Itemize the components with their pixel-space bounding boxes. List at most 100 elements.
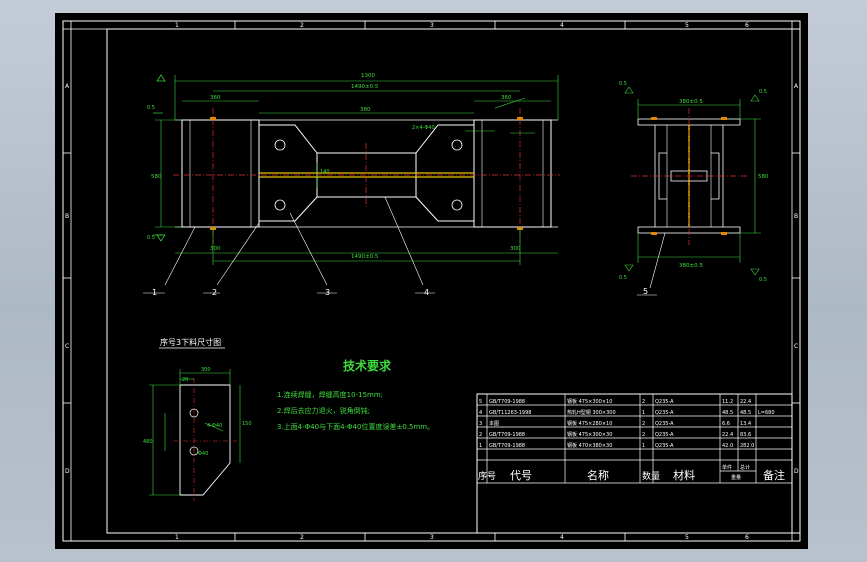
bom-cell-seq: 4 (479, 410, 482, 416)
side-mark-0: 0.5 (619, 81, 627, 87)
dim-center: 380 (360, 107, 371, 113)
bom-cell-qty: 1 (642, 410, 645, 416)
zone-col-2: 2 (300, 22, 304, 29)
detail-dim-bottom: Φ40 (198, 451, 208, 457)
dim-hole-spec: 2×4-Φ40 (412, 125, 435, 131)
dim-web: 140 (320, 169, 330, 175)
bom-table: 5 GB/T709-1988 钢板 475×300×10 2 Q235-A 11.2 22.… (476, 393, 793, 534)
tech-item-2: 2.焊后去应力退火，锐角倒钝; (277, 406, 370, 415)
zone-row-d-right: D (794, 468, 799, 475)
bom-cell-seq: 1 (479, 443, 482, 449)
zone-row-c-right: C (794, 343, 798, 350)
detail-title: 序号3下料尺寸图 (160, 337, 221, 347)
bom-header-3: 数量 (642, 470, 660, 482)
zone-col-3: 3 (430, 22, 434, 29)
callout-5: 5 (643, 287, 648, 296)
callout-4: 4 (424, 288, 429, 297)
bom-cell-unit-weight: 22.4 (722, 432, 733, 438)
zone-row-b-right: B (794, 213, 798, 220)
bom-cell-qty: 1 (642, 443, 645, 449)
bom-cell-name: 热轧H型钢 300×300 (567, 409, 616, 416)
bom-cell-code: 本图 (489, 420, 499, 427)
bom-cell-unit-weight: 48.5 (722, 410, 733, 416)
detail-hole-label: 4-Φ40 (207, 423, 222, 429)
zone-col-6: 6 (745, 22, 749, 29)
front-view: 1300 1490±0.5 1490±0.5 2×4-Φ40 360 360 3… (143, 73, 560, 297)
bom-cell-qty: 2 (642, 399, 645, 405)
drawing-sheet: 1 2 3 4 5 6 1 2 3 4 5 6 A B C D A B C D (62, 20, 801, 542)
dim-hole-pitch-bottom: 1490±0.5 (351, 254, 379, 260)
dim-overall: 1300 (361, 73, 375, 79)
zone-col-4-bottom: 4 (560, 534, 564, 541)
zone-row-a-right: A (794, 83, 799, 90)
bom-cell-total-weight: 282.0 (740, 443, 754, 449)
detail-dim-mid: 150 (242, 421, 252, 427)
bom-cell-seq: 5 (479, 399, 482, 405)
bom-header-0: 序号 (478, 470, 496, 482)
bom-header-5: 单件 (722, 464, 732, 471)
bom-cell-qty: 2 (642, 421, 645, 427)
detail-view: 序号3下料尺寸图 300 20 480 150 Φ40 4-Φ40 (143, 337, 252, 501)
bom-cell-total-weight: 22.4 (740, 399, 751, 405)
side-dim-bottom: 380±0.5 (679, 263, 703, 269)
bom-cell-qty: 2 (642, 432, 645, 438)
bom-header-2: 名称 (587, 468, 609, 482)
zone-row-a: A (65, 83, 70, 90)
zone-col-6-bottom: 6 (745, 534, 749, 541)
bom-cell-name: 钢板 475×300×30 (567, 431, 612, 438)
zone-row-c: C (65, 343, 69, 350)
bom-cell-total-weight: 13.4 (740, 421, 751, 427)
bom-cell-code: GB/T709-1988 (489, 399, 525, 405)
zone-col-4: 4 (560, 22, 564, 29)
bom-cell-material: Q235-A (655, 421, 674, 427)
side-dim-height: 580 (758, 174, 769, 180)
bom-cell-seq: 3 (479, 421, 482, 427)
bom-header-1: 代号 (510, 469, 532, 482)
bom-cell-material: Q235-A (655, 410, 674, 416)
bom-cell-unit-weight: 11.2 (722, 399, 733, 405)
dim-bottom-right: 300 (510, 246, 521, 252)
cad-viewport[interactable]: 1 2 3 4 5 6 1 2 3 4 5 6 A B C D A B C D (55, 13, 808, 549)
zone-col-1-bottom: 1 (175, 534, 179, 541)
bom-cell-total-weight: 48.5 (740, 410, 751, 416)
bom-header-7: 备注 (763, 468, 785, 482)
zone-col-2-bottom: 2 (300, 534, 304, 541)
bom-cell-code: GB/T11263-1998 (489, 410, 531, 416)
mark-1: 0.5 (147, 235, 155, 241)
bom-header-4: 材料 (673, 468, 695, 482)
side-view: 380±0.5 380±0.5 580 0.5 0.5 0.5 0.5 5 (619, 81, 769, 296)
zone-row-d: D (65, 468, 70, 475)
bom-cell-code: GB/T709-1988 (489, 432, 525, 438)
bom-cell-remark: L=680 (758, 410, 775, 416)
left-end-plate (181, 119, 260, 228)
bom-cell-name: 钢板 475×280×10 (567, 420, 612, 427)
dim-end-right: 360 (501, 95, 512, 101)
bom-cell-seq: 2 (479, 432, 482, 438)
dim-bottom-left: 300 (210, 246, 221, 252)
zone-col-3-bottom: 3 (430, 534, 434, 541)
tech-title: 技术要求 (343, 358, 392, 373)
tech-item-1: 1.连续焊缝，焊缝高度10-15mm; (277, 390, 383, 399)
detail-dim-top: 300 (201, 367, 211, 373)
zone-col-5: 5 (685, 22, 689, 29)
bom-weight-label: 重量 (731, 474, 741, 481)
callout-3: 3 (325, 288, 330, 297)
bom-cell-total-weight: 83.6 (740, 432, 751, 438)
bom-cell-code: GB/T709-1988 (489, 443, 525, 449)
callout-1: 1 (152, 288, 157, 297)
dim-end-left: 360 (210, 95, 221, 101)
right-end-plate (473, 119, 552, 228)
dim-height: 580 (151, 174, 162, 180)
bom-cell-unit-weight: 6.6 (722, 421, 730, 427)
detail-dim-left: 480 (143, 439, 153, 445)
mark-0: 0.5 (147, 105, 155, 111)
side-mark-2: 0.5 (619, 275, 627, 281)
bom-cell-unit-weight: 42.0 (722, 443, 733, 449)
callout-2: 2 (212, 288, 217, 297)
zone-row-b: B (65, 213, 69, 220)
tech-item-3: 3.上面4-Φ40与下面4-Φ40位置度误差±0.5mm。 (277, 422, 434, 431)
bom-cell-name: 钢板 475×300×10 (567, 398, 612, 405)
dim-hole-pitch-top: 1490±0.5 (351, 84, 379, 90)
zone-col-5-bottom: 5 (685, 534, 689, 541)
detail-dim-top-inner: 20 (182, 377, 188, 383)
